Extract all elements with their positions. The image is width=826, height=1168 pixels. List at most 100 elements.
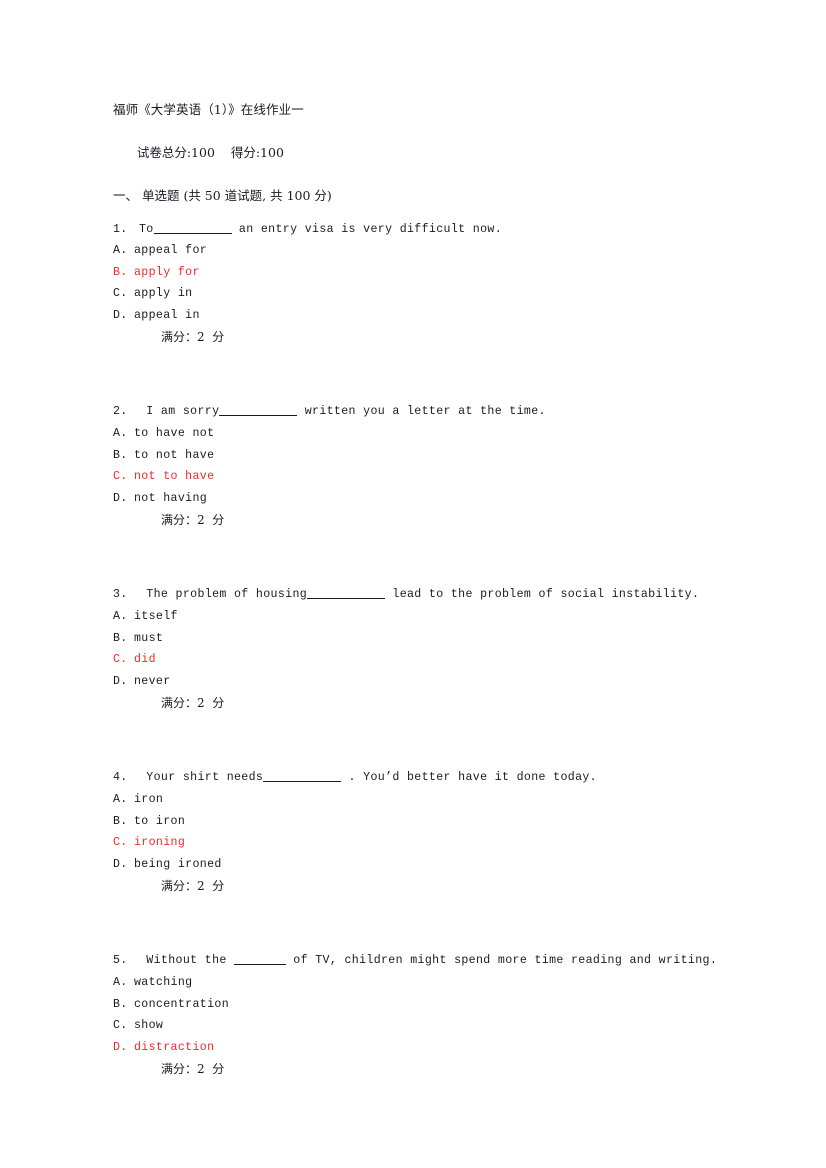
option-letter: B. [113, 997, 128, 1011]
section-heading: 一、 单选题 (共 50 道试题, 共 100 分) [113, 187, 332, 203]
option-letter: C. [113, 836, 128, 850]
question-number: 4. [113, 771, 128, 785]
option-letter: A. [113, 975, 128, 989]
option-letter: B. [113, 265, 128, 279]
answer-blank [307, 587, 386, 600]
option-row[interactable]: C. did [113, 649, 753, 671]
option-row[interactable]: B. to iron [113, 811, 753, 833]
option-letter: D. [113, 857, 128, 871]
option-text: itself [134, 610, 178, 624]
option-row[interactable]: B. must [113, 628, 753, 650]
question-text-before-blank: To [139, 222, 154, 236]
option-text: being ironed [134, 857, 222, 871]
question-text-after-blank: written you a letter at the time. [297, 405, 546, 419]
answer-blank [153, 222, 232, 234]
total-score-label: 试卷总分:100 [136, 144, 215, 160]
option-text: to have not [134, 427, 215, 441]
option-text: appeal in [134, 308, 200, 322]
question-block: 2. I am sorry written you a letter at th… [113, 401, 753, 531]
option-row[interactable]: B. apply for [113, 262, 753, 284]
score-gap [215, 145, 231, 160]
option-row[interactable]: B. to not have [113, 445, 753, 467]
option-letter: D. [113, 1040, 128, 1054]
page-title: 福师《大学英语（1）》在线作业一 [113, 102, 304, 117]
option-text: never [134, 674, 171, 688]
option-row[interactable]: D. distraction [113, 1037, 753, 1059]
option-row[interactable]: C. show [113, 1015, 753, 1037]
answer-blank [263, 770, 342, 783]
option-text: appeal for [134, 244, 208, 258]
question-points: 满分：2 分 [161, 513, 225, 528]
option-row[interactable]: C. ironing [113, 832, 753, 854]
question-stem: 1. To an entry visa is very difficult now… [113, 219, 753, 241]
option-row[interactable]: A. iron [113, 789, 753, 811]
option-text: not having [134, 491, 208, 505]
question-block: 4. Your shirt needs . You’d better have … [113, 767, 753, 897]
option-letter: D. [113, 491, 128, 505]
option-row[interactable]: A. appeal for [113, 240, 753, 262]
option-letter: A. [113, 244, 128, 258]
option-text-correct: ironing [134, 836, 186, 850]
answer-blank [219, 404, 298, 417]
option-letter: C. [113, 470, 128, 484]
option-text: apply in [134, 287, 193, 301]
question-points: 满分：2 分 [161, 879, 225, 894]
option-letter: D. [113, 308, 128, 322]
exam-content: 福师《大学英语（1）》在线作业一 试卷总分:100 得分:100 一、 单选题 … [113, 99, 753, 1080]
option-row[interactable]: A. to have not [113, 423, 753, 445]
question-stem: 4. Your shirt needs . You’d better have … [113, 767, 753, 789]
question-text-after-blank: lead to the problem of social instabilit… [385, 588, 700, 602]
question-text-before-blank: Your shirt needs [139, 771, 264, 785]
question-points: 满分：2 分 [161, 696, 225, 711]
question-number: 3. [113, 588, 128, 602]
option-letter: C. [113, 653, 128, 667]
question-points: 满分：2 分 [161, 1062, 225, 1077]
question-stem: 2. I am sorry written you a letter at th… [113, 401, 753, 423]
option-row[interactable]: D. not having [113, 488, 753, 510]
option-text: iron [134, 793, 164, 806]
option-letter: B. [113, 448, 128, 462]
option-text-correct: not to have [134, 470, 215, 484]
question-text-before-blank: Without the [139, 954, 234, 968]
option-row[interactable]: A. itself [113, 606, 753, 628]
question-text-after-blank: . You’d better have it done today. [341, 771, 597, 785]
option-text: concentration [134, 997, 229, 1011]
option-row[interactable]: C. not to have [113, 466, 753, 488]
option-row[interactable]: D. being ironed [113, 854, 753, 876]
exam-page: 福师《大学英语（1）》在线作业一 试卷总分:100 得分:100 一、 单选题 … [0, 0, 826, 1168]
option-text-correct: apply for [134, 265, 200, 279]
question-number: 1. [113, 222, 128, 236]
option-text-correct: distraction [134, 1040, 215, 1054]
question-text-after-blank: of TV, children might spend more time re… [286, 954, 718, 968]
question-stem: 5. Without the of TV, children might spe… [113, 950, 753, 972]
option-text: to iron [134, 814, 186, 828]
option-row[interactable]: A. watching [113, 972, 753, 994]
option-letter: C. [113, 287, 128, 301]
earned-score-label: 得分:100 [230, 144, 284, 160]
question-block: 1. To an entry visa is very difficult now… [113, 219, 753, 349]
option-text: to not have [134, 448, 215, 462]
option-row[interactable]: D. never [113, 671, 753, 693]
score-line: 试卷总分:100 得分:100 [113, 121, 753, 184]
option-letter: B. [113, 814, 128, 828]
option-letter: B. [113, 631, 128, 645]
question-number: 5. [113, 954, 128, 968]
option-text: show [134, 1019, 164, 1033]
option-row[interactable]: C. apply in [113, 283, 753, 305]
answer-blank [234, 953, 286, 966]
option-text-correct: did [134, 653, 156, 667]
question-block: 5. Without the of TV, children might spe… [113, 950, 753, 1080]
question-list: 1. To an entry visa is very difficult now… [113, 219, 753, 1081]
question-text-before-blank: The problem of housing [139, 588, 308, 602]
option-text: must [134, 631, 164, 645]
option-letter: A. [113, 793, 128, 806]
option-letter: D. [113, 674, 128, 688]
question-points: 满分：2 分 [161, 330, 225, 345]
option-row[interactable]: D. appeal in [113, 305, 753, 327]
option-letter: A. [113, 610, 128, 624]
question-text-after-blank: an entry visa is very difficult now. [231, 222, 502, 236]
question-block: 3. The problem of housing lead to the pr… [113, 584, 753, 714]
option-letter: C. [113, 1019, 128, 1033]
option-row[interactable]: B. concentration [113, 994, 753, 1016]
question-text-before-blank: I am sorry [139, 405, 220, 419]
